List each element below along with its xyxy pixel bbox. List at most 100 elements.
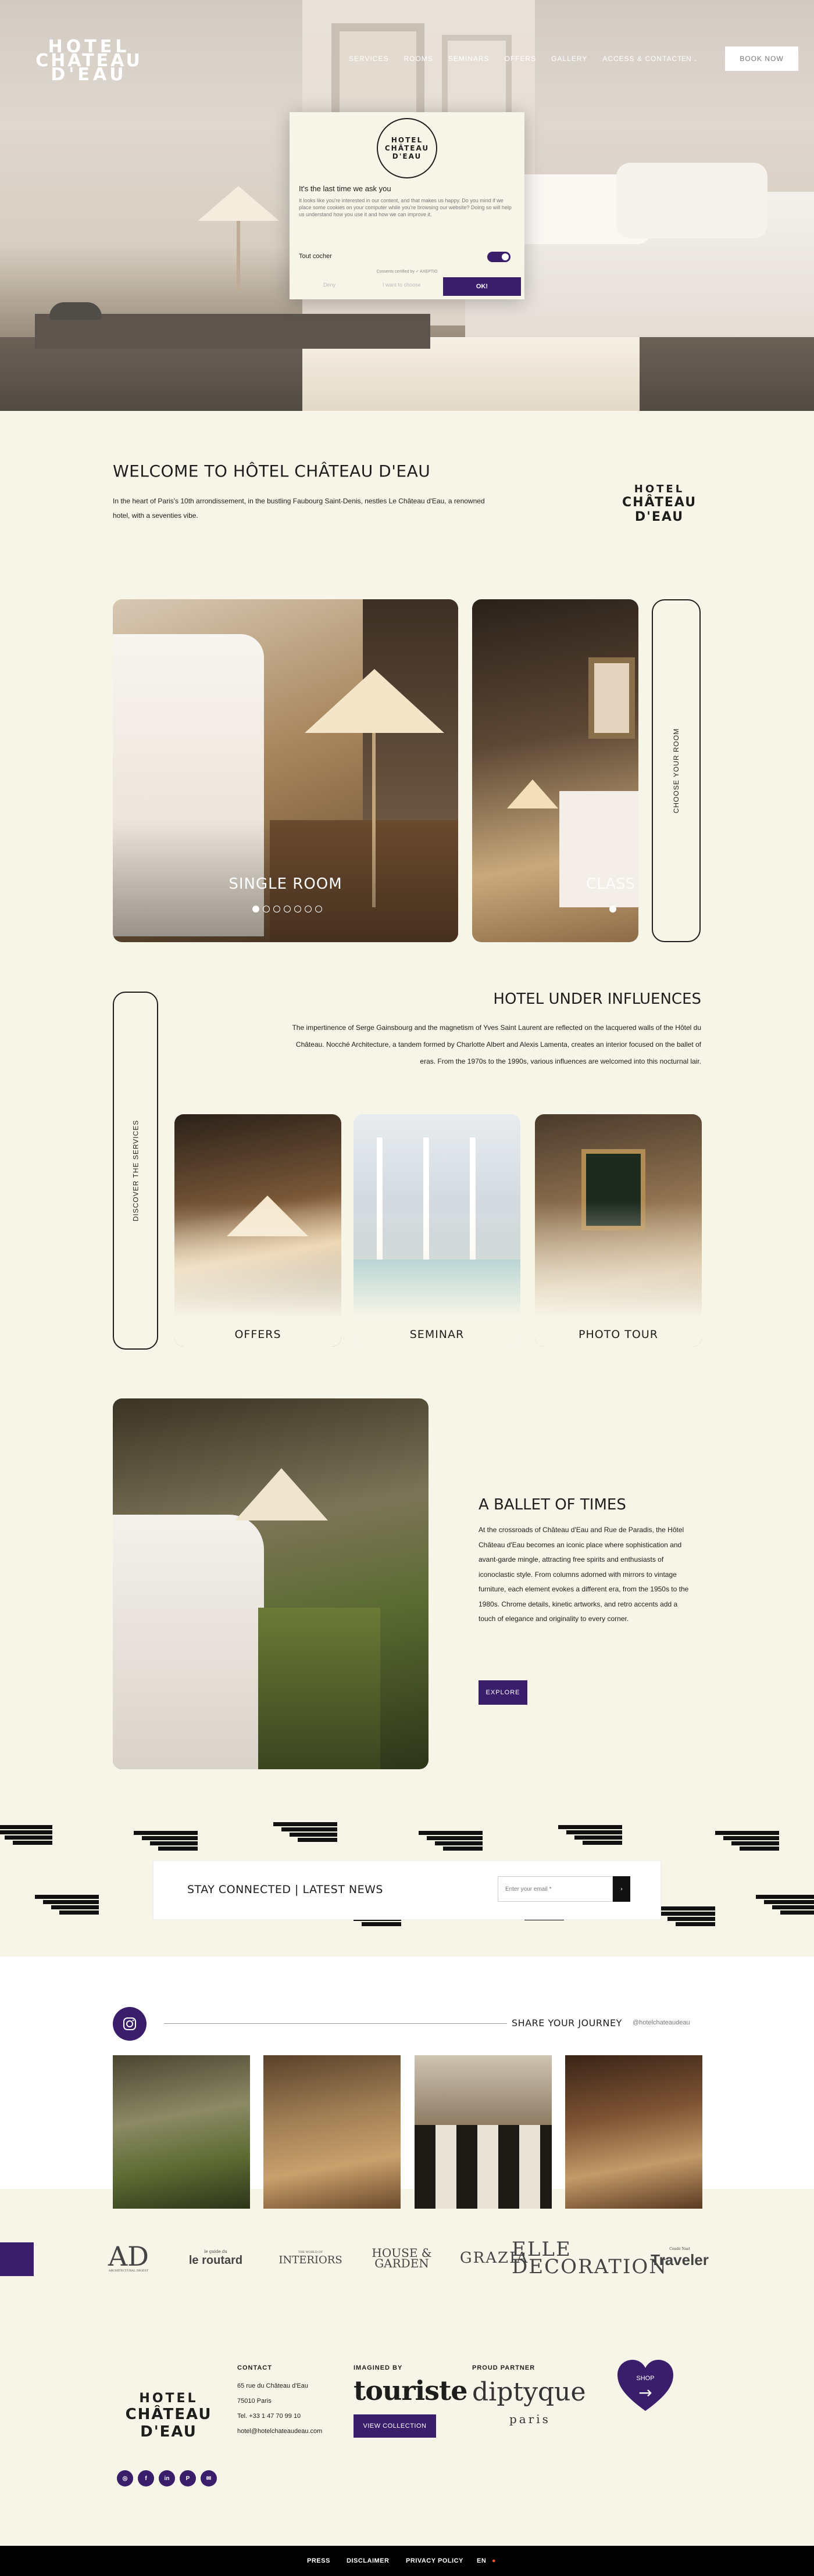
press-logo-interiors: THE WORLD OF INTERIORS (279, 2250, 342, 2266)
arrow-right-icon: → (638, 2383, 652, 2402)
press-logo-routard: le guide du le routard (188, 2249, 243, 2267)
service-card-seminar[interactable]: SEMINAR (354, 1114, 520, 1347)
diptyque-logo[interactable]: diptyque (472, 2377, 586, 2407)
footer-social-icons: ◎ f in P ✉ (117, 2470, 217, 2486)
instagram-icon[interactable]: ◎ (117, 2470, 133, 2486)
stair-motif (651, 1906, 715, 1930)
privacy-policy-link[interactable]: PRIVACY POLICY (406, 2557, 463, 2564)
email-input[interactable]: Enter your email * (498, 1876, 613, 1902)
pinterest-icon[interactable]: P (180, 2470, 196, 2486)
facebook-icon[interactable]: f (138, 2470, 154, 2486)
side-tab[interactable] (0, 2242, 34, 2276)
hotel-badge-logo: HOTEL CHÂTEAU D'EAU (622, 482, 697, 524)
slider-dot[interactable] (263, 906, 270, 913)
discover-services-button[interactable]: DISCOVER THE SERVICES (113, 992, 158, 1350)
slider-dot[interactable] (294, 906, 301, 913)
cookie-title: It's the last time we ask you (299, 184, 391, 193)
stair-motif (0, 1825, 52, 1848)
instagram-photo[interactable] (415, 2055, 552, 2209)
language-selector[interactable]: EN ⌄ (681, 55, 697, 63)
touriste-logo[interactable]: touriste (354, 2375, 467, 2406)
consent-note: Consents certified by ✓ AXEPTIO (376, 270, 438, 274)
divider (164, 2023, 507, 2024)
stair-motif (419, 1831, 483, 1854)
nav-gallery[interactable]: GALLERY (551, 55, 587, 63)
stair-motif (35, 1895, 99, 1918)
cookie-logo: HOTEL CHÂTEAU D'EAU (377, 118, 437, 178)
toggle-all-label: Tout cocher (299, 253, 332, 260)
instagram-icon[interactable] (113, 2007, 147, 2041)
instagram-photo[interactable] (263, 2055, 401, 2209)
influences-text: The impertinence of Serge Gainsbourg and… (292, 1024, 701, 1065)
toggle-all-switch[interactable] (487, 252, 510, 262)
hotel-logo[interactable]: HOTEL CHÂTEAU D'EAU (34, 38, 144, 84)
explore-button[interactable]: EXPLORE (479, 1680, 527, 1705)
service-card-photo-tour[interactable]: PHOTO TOUR (535, 1114, 702, 1347)
bottom-bar: PRESS DISCLAIMER PRIVACY POLICY EN ● (0, 2546, 814, 2576)
choose-room-button[interactable]: CHOOSE YOUR ROOM (652, 599, 701, 942)
nav-services[interactable]: SERVICES (349, 55, 388, 63)
slider-dot[interactable] (273, 906, 280, 913)
phone-number[interactable]: Tel. +33 1 47 70 99 10 (237, 2409, 301, 2424)
cookie-text: It looks like you're interested in our c… (299, 198, 512, 217)
influences-title: HOTEL UNDER INFLUENCES (493, 990, 701, 1008)
main-nav: SERVICES ROOMS SEMINARS OFFERS GALLERY A… (349, 55, 682, 63)
deny-button[interactable]: Deny (323, 282, 335, 288)
stair-motif (273, 1822, 337, 1845)
service-card-offers[interactable]: OFFERS (174, 1114, 341, 1347)
email-link[interactable]: hotel@hotelchateaudeau.com (237, 2424, 322, 2439)
slider-dots (252, 906, 322, 913)
nav-rooms[interactable]: ROOMS (404, 55, 433, 63)
ballet-text: At the crossroads of Château d'Eau and R… (479, 1526, 689, 1623)
newsletter-title: STAY CONNECTED | LATEST NEWS (187, 1883, 383, 1896)
instagram-handle[interactable]: @hotelchateaudeau (633, 2019, 690, 2026)
ballet-image (113, 1398, 429, 1769)
room-slide-label: CLASS (586, 875, 636, 893)
footer-language[interactable]: EN (477, 2557, 486, 2564)
stair-motif (558, 1825, 622, 1848)
footer (0, 2313, 814, 2576)
newsletter-submit-button[interactable]: › (613, 1876, 630, 1902)
shop-label: SHOP (636, 2375, 655, 2382)
press-logo-ad: AD ARCHITECTURAL DIGEST (108, 2241, 149, 2273)
imagined-heading: IMAGINED BY (354, 2364, 403, 2371)
slider-dots (609, 906, 616, 913)
stair-motif (715, 1831, 779, 1854)
nav-offers[interactable]: OFFERS (505, 55, 537, 63)
disclaimer-link[interactable]: DISCLAIMER (347, 2557, 389, 2564)
nav-seminars[interactable]: SEMINARS (448, 55, 490, 63)
slider-dot[interactable] (252, 906, 259, 913)
slider-dot[interactable] (315, 906, 322, 913)
instagram-photo[interactable] (113, 2055, 250, 2209)
chevron-down-icon: ⌄ (693, 57, 697, 62)
slider-dot[interactable] (284, 906, 291, 913)
room-slide-label: SINGLE ROOM (229, 875, 342, 893)
share-title: SHARE YOUR JOURNEY (512, 2017, 622, 2028)
accept-button[interactable]: OK! (443, 277, 521, 296)
nav-access-contact[interactable]: ACCESS & CONTACT (602, 55, 682, 63)
slider-dot[interactable] (305, 906, 312, 913)
instagram-photo[interactable] (565, 2055, 702, 2209)
stair-motif (134, 1831, 198, 1854)
linkedin-icon[interactable]: in (159, 2470, 175, 2486)
diptyque-city: paris (509, 2412, 551, 2426)
address-line: 75010 Paris (237, 2398, 272, 2405)
press-logo-traveler: Condé Nast Traveler (651, 2247, 709, 2269)
welcome-text: In the heart of Paris's 10th arrondissem… (113, 497, 485, 520)
press-link[interactable]: PRESS (307, 2557, 330, 2564)
slider-dot[interactable] (609, 906, 616, 913)
press-logo-elle: ELLE DECORATION (512, 2238, 667, 2278)
press-logo-house-garden: HOUSE & GARDEN (372, 2246, 432, 2270)
partner-heading: PROUD PARTNER (472, 2364, 535, 2371)
flag-icon: ● (492, 2557, 497, 2564)
email-icon[interactable]: ✉ (201, 2470, 217, 2486)
newsletter-box: STAY CONNECTED | LATEST NEWS Enter your … (153, 1861, 661, 1919)
welcome-title: WELCOME TO HÔTEL CHÂTEAU D'EAU (113, 461, 431, 481)
customize-button[interactable]: I want to choose (383, 282, 421, 288)
view-collection-button[interactable]: VIEW COLLECTION (354, 2414, 436, 2438)
stair-motif (756, 1895, 814, 1918)
book-now-button[interactable]: BOOK NOW (725, 46, 798, 71)
cookie-banner: HOTEL CHÂTEAU D'EAU It's the last time w… (290, 112, 524, 299)
footer-logo[interactable]: HOTEL CHÂTEAU D'EAU (117, 2364, 220, 2467)
address-line: 65 rue du Château d'Eau (237, 2382, 308, 2389)
